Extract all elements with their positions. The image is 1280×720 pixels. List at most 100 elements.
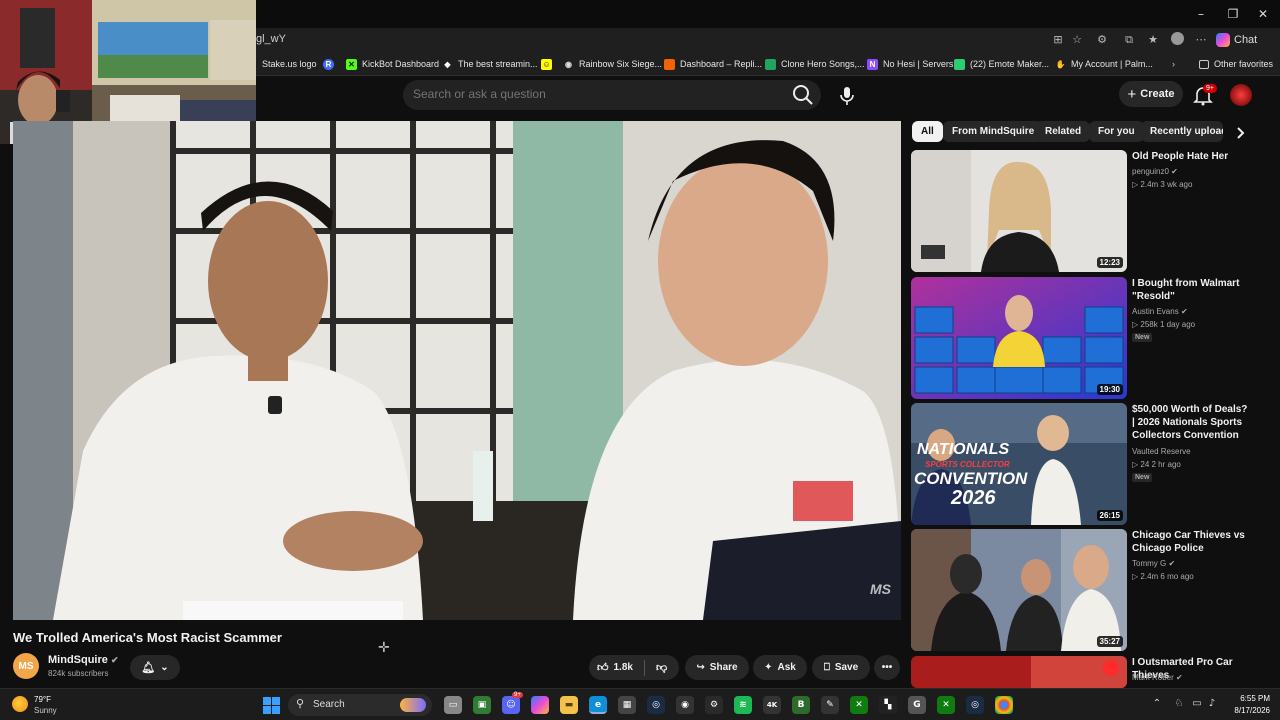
windows-start-icon[interactable] [263,697,280,714]
recommendation-item[interactable]: NATIONALS SPORTS COLLECTOR CONVENTION 20… [911,403,1271,525]
b-app-icon[interactable]: B [792,696,810,714]
recommendation-item[interactable]: 35:27 Chicago Car Thieves vs Chicago Pol… [911,529,1271,651]
search-box[interactable] [403,80,821,110]
chat-button[interactable]: Chat [1216,32,1257,48]
chip-for-you[interactable]: For you [1089,121,1144,142]
palm-icon: ✋ [1055,59,1066,69]
github-icon[interactable]: ◉ [676,696,694,714]
video-thumbnail[interactable]: 35:27 [911,529,1127,651]
weather-condition[interactable]: Sunny [34,706,57,715]
xbox-app-icon[interactable]: ✕ [937,696,955,714]
recommendation-channel: Austin Evans ✔ [1132,307,1188,316]
edge-browser-icon[interactable]: e [589,696,607,714]
g-app-icon[interactable]: G [908,696,926,714]
maximize-icon[interactable]: ❐ [1223,5,1243,23]
minimize-icon[interactable]: – [1191,5,1211,23]
favorite-item[interactable]: ☺ [541,56,552,72]
save-button[interactable]: ⎕ Save [812,655,870,680]
favorite-item[interactable]: ✕ KickBot Dashboard [346,56,439,72]
favorite-item[interactable]: Stake.us logo [262,56,317,72]
recommendation-title[interactable]: I Bought from Walmart "Resold" [1132,277,1252,303]
favorite-item[interactable]: (22) Emote Maker... [954,56,1049,72]
profile-icon[interactable] [1169,32,1185,48]
spotify-icon[interactable]: ≋ [734,696,752,714]
settings-icon[interactable]: ⚙ [705,696,723,714]
chevron-right-icon[interactable] [1230,123,1250,143]
share-button[interactable]: ↪ Share [685,655,749,680]
discord-icon[interactable]: ☺ [502,696,520,714]
channel-name[interactable]: MindSquire ✔ [48,654,119,666]
chip-all[interactable]: All [912,121,943,142]
xbox-gamebar-icon[interactable]: ▣ [473,696,491,714]
favorite-item[interactable]: Dashboard – Repli... [664,56,762,72]
create-button[interactable]: + Create [1119,81,1183,107]
search-icon[interactable] [790,82,820,108]
create-label: Create [1140,88,1175,100]
microphone-icon[interactable] [833,82,861,110]
diamond-icon: ◆ [444,59,451,69]
chevron-right-icon[interactable]: › [1172,56,1175,72]
chrome-icon[interactable] [995,696,1013,714]
favorite-star-icon[interactable]: ☆ [1069,32,1085,48]
recommendation-item[interactable]: I Outsmarted Pro Car Thieves Mark Rober … [911,656,1271,688]
extensions-icon[interactable]: ⚙ [1094,32,1110,48]
recommendation-channel: Tommy G ✔ [1132,559,1176,568]
more-actions-button[interactable]: ••• [874,655,900,680]
favorites-icon[interactable]: ★ [1145,32,1161,48]
chevron-down-icon: ⌄ [160,662,169,673]
other-favorites[interactable]: Other favorites [1199,56,1273,72]
favorite-item[interactable]: ◆ The best streamin... [442,56,537,72]
4k-icon[interactable]: 4K [763,696,781,714]
chevron-up-icon[interactable]: ⌃ [1150,697,1164,711]
search-input[interactable] [413,87,773,101]
favorite-item[interactable]: R [323,56,334,72]
chip-related[interactable]: Related [1036,121,1091,142]
video-player[interactable]: MS [13,121,901,620]
steam-app-icon[interactable]: ◎ [966,696,984,714]
split-screen-icon[interactable]: ⧉ [1121,32,1137,48]
recommendation-title[interactable]: $50,000 Worth of Deals? | 2026 Nationals… [1132,403,1252,442]
channel-avatar[interactable]: MS [13,653,39,679]
ask-button[interactable]: ✦ Ask [753,655,807,680]
store-icon[interactable]: ▦ [618,696,636,714]
favorite-item[interactable]: N No Hesi | Servers [867,56,953,72]
chip-from-mindsquire[interactable]: From MindSquire [943,121,1044,142]
dislike-button[interactable]: 👎︎ [656,661,667,674]
display-icon[interactable]: ▭ [1190,697,1204,711]
video-thumbnail[interactable]: 12:23 [911,150,1127,272]
chip-recently-uploaded[interactable]: Recently uploade [1141,121,1223,142]
recommendation-item[interactable]: 12:23 Old People Hate Her penguinz0 ✔ ▷ … [911,150,1271,272]
thumbnail-text-3: CONVENTION [914,469,1028,488]
task-view-icon[interactable]: ▭ [444,696,462,714]
video-thumbnail[interactable] [911,656,1127,688]
weather-temperature[interactable]: 79°F [34,695,51,704]
xbox-icon[interactable]: ✕ [850,696,868,714]
recommendation-title[interactable]: Old People Hate Her [1132,150,1252,163]
favorite-item[interactable]: ◉ Rainbow Six Siege... [563,56,662,72]
capcut-icon[interactable]: ▚ [879,696,897,714]
recommendation-item[interactable]: 19:30 I Bought from Walmart "Resold" Aus… [911,277,1271,399]
recommendation-channel: penguinz0 ✔ [1132,167,1178,176]
url-text[interactable]: gl_wY [256,33,286,45]
sun-icon[interactable] [12,696,28,712]
recommendation-title[interactable]: Chicago Car Thieves vs Chicago Police [1132,529,1252,555]
video-thumbnail[interactable]: NATIONALS SPORTS COLLECTOR CONVENTION 20… [911,403,1127,525]
avatar[interactable] [1230,84,1252,106]
app-grid-icon[interactable]: ⊞ [1050,32,1066,48]
tray-app-icon[interactable]: ♘ [1172,697,1186,711]
copilot-icon[interactable] [531,696,549,714]
favorite-item[interactable]: ✋ My Account | Palm... [1055,56,1153,72]
taskbar-search[interactable]: ⚲ Search [288,694,432,716]
more-menu-icon[interactable]: ⋯ [1193,32,1209,48]
video-thumbnail[interactable]: 19:30 [911,277,1127,399]
clock-time[interactable]: 6:55 PM [1226,694,1270,703]
favorite-item[interactable]: Clone Hero Songs,... [765,56,865,72]
like-button[interactable]: 👍︎ 1.8k [597,661,633,674]
clock-date[interactable]: 8/17/2026 [1216,706,1270,715]
close-icon[interactable]: ✕ [1253,5,1273,23]
file-explorer-icon[interactable]: ▬ [560,696,578,714]
pen-icon[interactable]: ✎ [821,696,839,714]
subscribed-bell-button[interactable]: 🔔︎ ⌄ [130,655,180,680]
steam-icon[interactable]: ◎ [647,696,665,714]
recommendation-channel: Vaulted Reserve [1132,447,1191,456]
